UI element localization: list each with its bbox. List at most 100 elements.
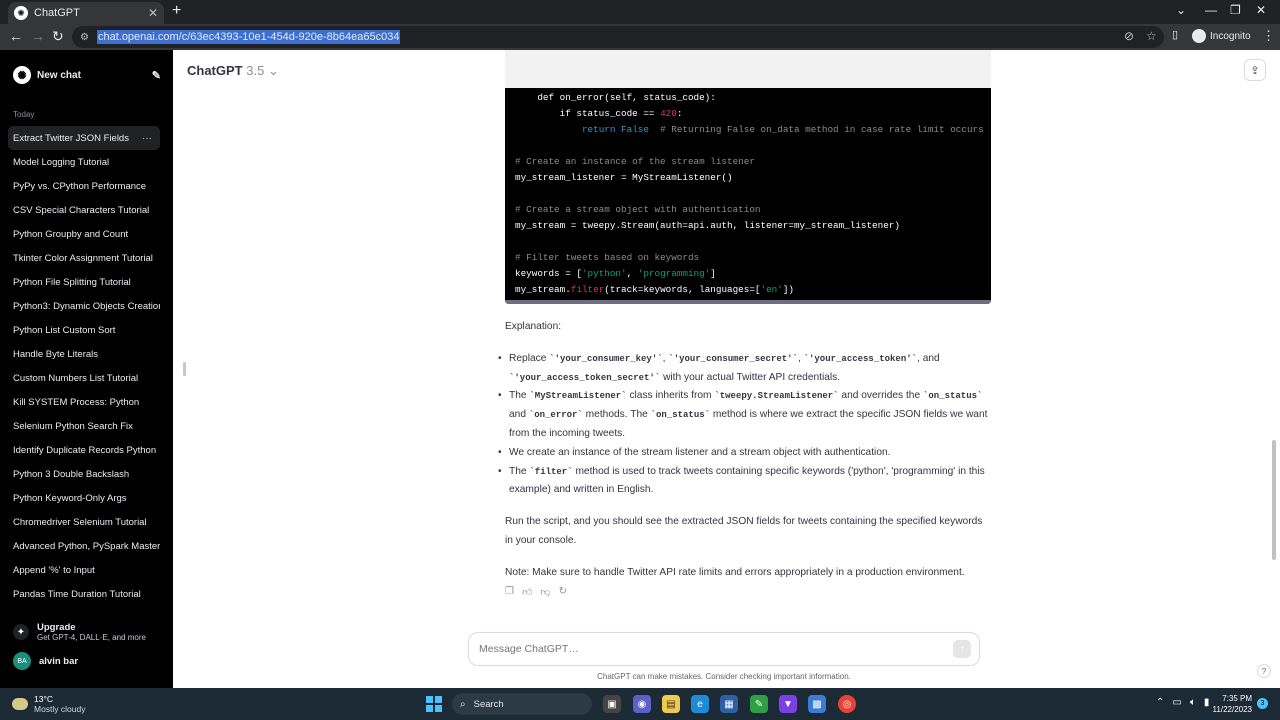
chat-history-item[interactable]: PyPy vs. CPython Performance [8,174,160,198]
paragraph: Note: Make sure to handle Twitter API ra… [505,566,965,578]
avatar: BA [13,652,31,670]
list-item: Replace `'your_consumer_key'`, `'your_co… [498,350,991,388]
weather-widget[interactable]: 13°C Mostly cloudy [12,694,86,714]
chevron-down-icon: ⌄ [267,63,279,78]
notification-badge[interactable]: 3 [1257,698,1268,709]
browser-tab[interactable]: ✺ ChatGPT ✕ [8,2,164,24]
chat-history-item[interactable]: Python Keyword-Only Args [8,486,160,510]
minimize-icon[interactable]: — [1205,3,1217,17]
browser-menu-icon[interactable]: ⋮ [1262,28,1275,44]
browser-toolbar: ← → ↻ ⚙ chat.openai.com/c/63ec4393-10e1-… [0,24,1280,50]
address-bar[interactable]: ⚙ chat.openai.com/c/63ec4393-10e1-454d-9… [72,26,1164,48]
chat-history-item[interactable]: Python File Splitting Tutorial [8,270,160,294]
chat-main: ChatGPT 3.5 ⌄ ⇪ def on_error(self, statu… [173,50,1280,688]
help-icon[interactable]: ? [1257,664,1271,678]
url-text[interactable]: chat.openai.com/c/63ec4393-10e1-454d-920… [96,30,401,44]
volume-icon[interactable]: 🔈︎ [1190,697,1196,708]
regenerate-icon[interactable]: ↻ [559,586,567,598]
message-actions: ❐ 👍︎ 👎︎ ↻ [505,586,567,598]
incognito-profile[interactable]: Incognito [1192,29,1251,43]
edit-icon[interactable]: ✎ [152,69,161,82]
explanation-heading: Explanation: [505,321,562,332]
close-tab-icon[interactable]: ✕ [148,6,158,20]
vpn-icon[interactable]: ▼ [779,695,797,713]
list-item: The `MyStreamListener` class inherits fr… [498,387,991,443]
taskbar-clock[interactable]: 7:35 PM 11/22/2023 [1206,693,1252,715]
back-arrow-icon[interactable]: ← [9,28,23,44]
new-chat-button[interactable]: ✺ New chat ✎ [13,64,161,86]
chatgpt-favicon-icon: ✺ [14,6,28,20]
sidebar: ✺ New chat ✎ Today Extract Twitter JSON … [0,50,173,688]
list-item: We create an instance of the stream list… [498,444,991,463]
side-panel-icon[interactable]: ▯ [1172,28,1178,41]
chat-history-item[interactable]: Python3: Dynamic Objects Creation [8,294,160,318]
model-selector[interactable]: ChatGPT 3.5 ⌄ [187,63,279,79]
sidebar-toggle-handle[interactable] [183,362,186,376]
chat-history-item[interactable]: Selenium Python Search Fix [8,414,160,438]
chat-history-item[interactable]: Extract Twitter JSON Fields ··· [8,126,160,150]
message-input[interactable] [479,643,919,655]
cloud-icon [12,698,28,710]
sparkle-icon: ✦ [13,624,29,640]
chat-history-item[interactable]: CSV Special Characters Tutorial [8,198,160,222]
chat-history-item[interactable]: Handle Byte Literals [8,342,160,366]
chat-history-item[interactable]: Identify Duplicate Records Python [8,438,160,462]
restore-icon[interactable]: ❐ [1230,3,1241,17]
thumbs-down-icon[interactable]: 👎︎ [540,586,550,598]
copy-icon[interactable]: ❐ [505,586,514,598]
incognito-eye-icon[interactable]: ⊘ [1124,29,1134,43]
code-content: def on_error(self, status_code): if stat… [515,92,984,295]
chat-history-item[interactable]: Append '%' to Input [8,558,160,582]
network-icon[interactable]: ▭ [1172,697,1181,708]
taskbar: 13°C Mostly cloudy ⌕ Search ▣ ◉ ▤ e ▦ ✎ … [0,688,1280,720]
chat-history-item[interactable]: Tkinter Color Assignment Tutorial [8,246,160,270]
edge-icon[interactable]: e [691,695,709,713]
chat-app-icon[interactable]: ◉ [633,695,651,713]
chat-history-item[interactable]: Advanced Python, PySpark Mastery [8,534,160,558]
send-arrow-icon[interactable]: ↑ [953,640,971,658]
chat-history-item[interactable]: Python Groupby and Count [8,222,160,246]
page-scrollbar[interactable] [1272,440,1276,560]
chat-history-item[interactable]: Custom Numbers List Tutorial [8,366,160,390]
new-tab-button[interactable]: + [172,2,181,20]
user-menu[interactable]: BA alvin bar [13,652,78,670]
chat-history-item[interactable]: Model Logging Tutorial [8,150,160,174]
site-info-icon[interactable]: ⚙ [80,32,89,43]
thumbs-up-icon[interactable]: 👍︎ [522,586,532,598]
task-view-icon[interactable]: ▣ [603,695,621,713]
more-options-icon[interactable]: ··· [142,133,152,144]
paragraph: Run the script, and you should see the e… [505,516,983,546]
file-explorer-icon[interactable]: ▤ [662,695,680,713]
windows-start-icon[interactable] [426,696,442,712]
chat-history-list: Extract Twitter JSON Fields ··· Model Log… [8,126,160,606]
bookmark-star-icon[interactable]: ☆ [1146,29,1157,43]
chat-history-item[interactable]: Python List Custom Sort [8,318,160,342]
chat-history-item[interactable]: Python 3 Double Backslash [8,462,160,486]
code-block-header [505,50,991,88]
list-item: The `filter` method is used to track twe… [498,463,991,501]
upgrade-button[interactable]: ✦ Upgrade Get GPT-4, DALL·E, and more [13,622,146,642]
chat-history-item[interactable]: Pandas Time Duration Tutorial [8,582,160,606]
chevron-up-icon[interactable]: ⌃ [1156,697,1164,708]
share-icon[interactable]: ⇪ [1244,59,1266,81]
photos-icon[interactable]: ▩ [808,695,826,713]
store-icon[interactable]: ▦ [720,695,738,713]
taskbar-search[interactable]: ⌕ Search [452,693,592,715]
disclaimer: ChatGPT can make mistakes. Consider chec… [597,672,851,681]
notepad-icon[interactable]: ✎ [750,695,768,713]
incognito-icon [1192,29,1206,43]
chat-history-item[interactable]: Kill SYSTEM Process: Python [8,390,160,414]
forward-arrow-icon[interactable]: → [31,28,45,44]
code-horizontal-scrollbar[interactable] [505,300,991,304]
close-window-icon[interactable]: ✕ [1256,3,1266,17]
chevron-down-icon[interactable]: ⌄ [1176,3,1186,17]
assistant-message: Explanation: Replace `'your_consumer_key… [498,318,991,583]
system-tray: ⌃ ▭ 🔈︎ ▮ [1156,697,1209,708]
chat-history-item[interactable]: Chromedriver Selenium Tutorial [8,510,160,534]
message-composer: ↑ [468,632,980,666]
reload-icon[interactable]: ↻ [52,28,64,45]
code-block[interactable]: def on_error(self, status_code): if stat… [505,88,991,304]
explanation-list: Replace `'your_consumer_key'`, `'your_co… [498,350,991,501]
tab-title: ChatGPT [34,7,80,19]
chrome-icon[interactable]: ◎ [838,695,856,713]
